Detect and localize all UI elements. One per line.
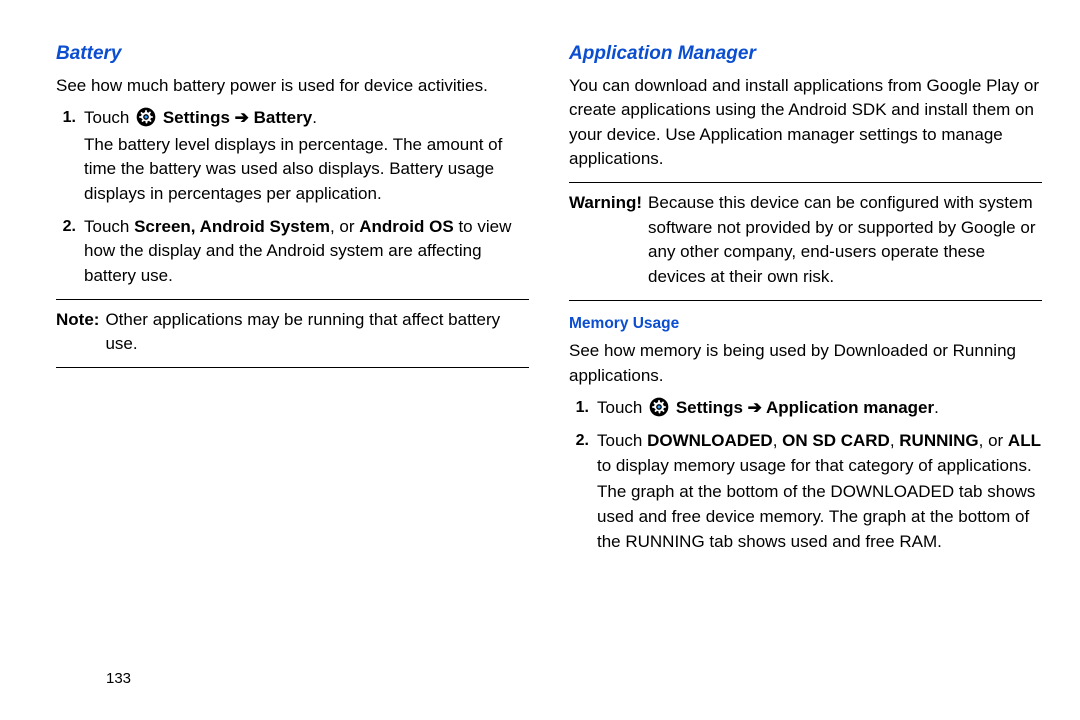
m2-extra: The graph at the bottom of the DOWNLOADE… (597, 480, 1042, 554)
battery-step-2: 2. Touch Screen, Android System, or Andr… (80, 215, 529, 289)
m2-c1: , (773, 431, 782, 450)
step-description: The battery level displays in percentage… (84, 133, 529, 207)
step-period: . (934, 398, 939, 417)
step-number: 1. (56, 106, 76, 129)
m2-post: to display memory usage for that categor… (597, 456, 1032, 475)
warning-label: Warning! (569, 191, 642, 290)
step-path: Settings ➔ Battery (163, 108, 312, 127)
battery-heading: Battery (56, 40, 529, 68)
battery-note: Note: Other applications may be running … (56, 308, 529, 357)
m2-pre: Touch (597, 431, 647, 450)
divider (569, 182, 1042, 183)
battery-intro: See how much battery power is used for d… (56, 74, 529, 99)
step-period: . (312, 108, 317, 127)
step-number: 1. (569, 396, 589, 419)
memory-steps: 1. Touch Settings ➔ Application manager.… (569, 396, 1042, 554)
note-label: Note: (56, 308, 99, 357)
m2-b4: ALL (1008, 431, 1041, 450)
m2-c2: , (890, 431, 899, 450)
step2-bold1: Screen, Android System (134, 217, 330, 236)
step-path: Settings ➔ Application manager (676, 398, 934, 417)
settings-gear-icon (649, 397, 669, 417)
note-text: Other applications may be running that a… (105, 308, 529, 357)
memory-usage-heading: Memory Usage (569, 313, 1042, 335)
appmgr-heading: Application Manager (569, 40, 1042, 68)
memory-step-2: 2. Touch DOWNLOADED, ON SD CARD, RUNNING… (593, 429, 1042, 554)
left-column: Battery See how much battery power is us… (56, 40, 529, 562)
warning-text: Because this device can be configured wi… (648, 191, 1042, 290)
step-number: 2. (569, 429, 589, 452)
step-touch-text: Touch (597, 398, 642, 417)
page-number: 133 (106, 668, 131, 690)
divider (569, 300, 1042, 301)
memory-usage-intro: See how memory is being used by Download… (569, 339, 1042, 388)
right-column: Application Manager You can download and… (569, 40, 1042, 562)
battery-step-1: 1. Touch Settings ➔ Battery. The battery… (80, 106, 529, 207)
m2-b1: DOWNLOADED (647, 431, 773, 450)
divider (56, 299, 529, 300)
battery-steps: 1. Touch Settings ➔ Battery. The battery… (56, 106, 529, 288)
appmgr-intro: You can download and install application… (569, 74, 1042, 173)
appmgr-warning: Warning! Because this device can be conf… (569, 191, 1042, 290)
step-touch-text: Touch (84, 108, 129, 127)
m2-b2: ON SD CARD (782, 431, 890, 450)
settings-gear-icon (136, 107, 156, 127)
step2-pre: Touch (84, 217, 134, 236)
m2-c3: , or (979, 431, 1008, 450)
step2-mid: , or (330, 217, 359, 236)
step-number: 2. (56, 215, 76, 238)
step2-bold2: Android OS (359, 217, 453, 236)
divider (56, 367, 529, 368)
memory-step-1: 1. Touch Settings ➔ Application manager. (593, 396, 1042, 421)
m2-b3: RUNNING (899, 431, 978, 450)
